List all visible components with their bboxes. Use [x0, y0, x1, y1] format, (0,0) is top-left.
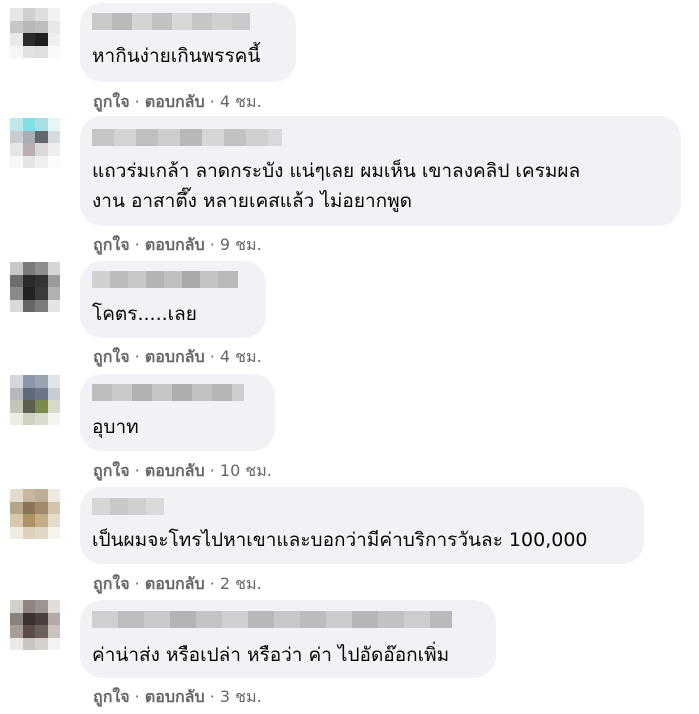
comment-bubble: แถวร่มเกล้า ลาดกระบัง แน่ๆเลย ผมเห็น เขา… — [80, 116, 681, 226]
comment-text: ค่าน่าส่ง หรือเปล่า หรือว่า ค่า ไปอัดอ๊อ… — [92, 644, 450, 666]
comment-text: เป็นผมจะโทรไปหาเขาและบอกว่ามีค่าบริการวั… — [92, 529, 588, 551]
like-link[interactable]: ถูกใจ — [93, 235, 130, 254]
reply-link[interactable]: ตอบกลับ — [145, 461, 205, 480]
author-name[interactable] — [92, 611, 452, 628]
avatar[interactable] — [10, 489, 60, 539]
comment-timestamp[interactable]: 4 ชม. — [220, 92, 262, 111]
comment-bubble: อุบาท — [80, 374, 275, 451]
avatar[interactable] — [10, 375, 60, 425]
comment-actions: ถูกใจ · ตอบกลับ · 3 ชม. — [93, 687, 262, 706]
like-link[interactable]: ถูกใจ — [93, 347, 130, 366]
author-name[interactable] — [92, 271, 238, 288]
avatar[interactable] — [10, 600, 60, 650]
author-name[interactable] — [92, 129, 282, 146]
author-name[interactable] — [92, 384, 244, 401]
comment-timestamp[interactable]: 9 ชม. — [220, 235, 262, 254]
reply-link[interactable]: ตอบกลับ — [145, 574, 205, 593]
comment-bubble: เป็นผมจะโทรไปหาเขาและบอกว่ามีค่าบริการวั… — [80, 487, 644, 564]
author-name[interactable] — [92, 498, 164, 515]
reply-link[interactable]: ตอบกลับ — [145, 347, 205, 366]
reply-link[interactable]: ตอบกลับ — [145, 92, 205, 111]
comment-bubble: ค่าน่าส่ง หรือเปล่า หรือว่า ค่า ไปอัดอ๊อ… — [80, 600, 496, 678]
comment-actions: ถูกใจ · ตอบกลับ · 10 ชม. — [93, 461, 272, 480]
comment-timestamp[interactable]: 10 ชม. — [220, 461, 272, 480]
avatar[interactable] — [10, 262, 60, 312]
comment-actions: ถูกใจ · ตอบกลับ · 4 ชม. — [93, 347, 262, 366]
comment-text: อุบาท — [92, 416, 139, 438]
comment-text: โคตร.....เลย — [92, 303, 197, 325]
like-link[interactable]: ถูกใจ — [93, 687, 130, 706]
like-link[interactable]: ถูกใจ — [93, 574, 130, 593]
comment-actions: ถูกใจ · ตอบกลับ · 4 ชม. — [93, 92, 262, 111]
comment-text: หากินง่ายเกินพรรคนี้ — [92, 45, 261, 67]
like-link[interactable]: ถูกใจ — [93, 92, 130, 111]
comment-timestamp[interactable]: 2 ชม. — [220, 574, 262, 593]
comment-bubble: โคตร.....เลย — [80, 261, 266, 338]
comment-timestamp[interactable]: 3 ชม. — [220, 687, 262, 706]
comment-bubble: หากินง่ายเกินพรรคนี้ — [80, 3, 296, 82]
reply-link[interactable]: ตอบกลับ — [145, 687, 205, 706]
avatar[interactable] — [10, 118, 60, 168]
author-name[interactable] — [92, 13, 250, 30]
reply-link[interactable]: ตอบกลับ — [145, 235, 205, 254]
avatar[interactable] — [10, 8, 60, 58]
comment-text-line: งาน อาสาตึ๊ง หลายเคสแล้ว ไม่อยากพูด — [92, 190, 413, 212]
comment-actions: ถูกใจ · ตอบกลับ · 9 ชม. — [93, 235, 262, 254]
comment-timestamp[interactable]: 4 ชม. — [220, 347, 262, 366]
like-link[interactable]: ถูกใจ — [93, 461, 130, 480]
comment-text-line: แถวร่มเกล้า ลาดกระบัง แน่ๆเลย ผมเห็น เขา… — [92, 160, 581, 182]
comment-actions: ถูกใจ · ตอบกลับ · 2 ชม. — [93, 574, 262, 593]
